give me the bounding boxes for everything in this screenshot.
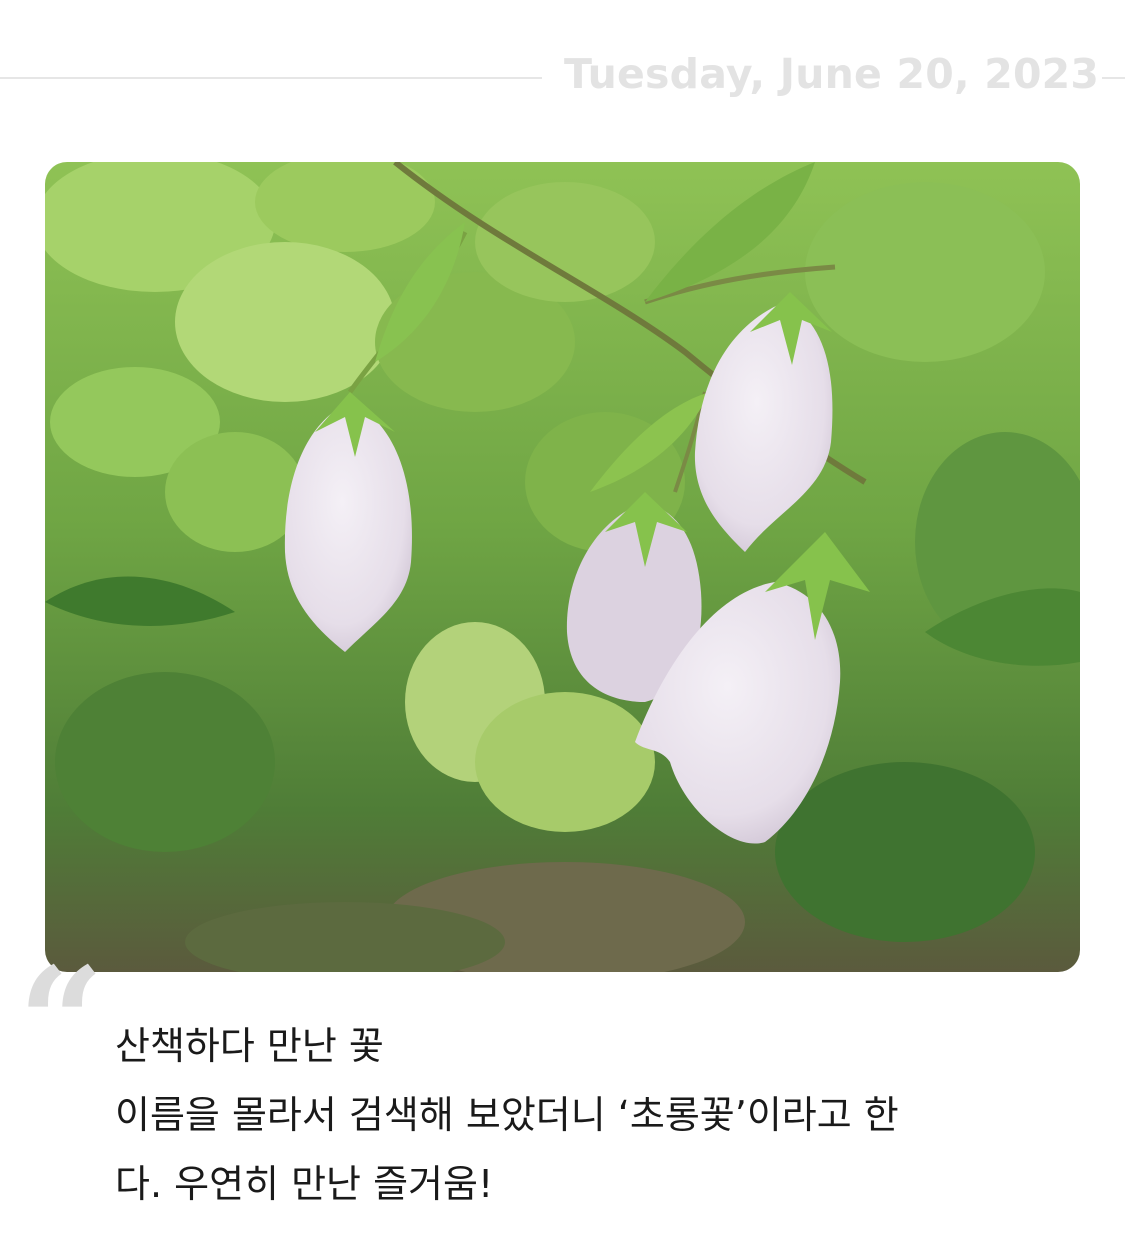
entry-line-1: 산책하다 만난 꽃	[115, 1024, 384, 1068]
date-divider-right	[1102, 77, 1125, 79]
entry-photo[interactable]	[45, 162, 1080, 972]
date-header: Tuesday, June 20, 2023	[0, 46, 1125, 106]
date-divider-left	[0, 77, 542, 79]
entry-body[interactable]: 산책하다 만난 꽃 이름을 몰라서 검색해 보았더니 ‘초롱꽃’이라고 한 다.…	[115, 1012, 1075, 1219]
quote-mark-icon: “	[18, 935, 105, 1111]
entry-date: Tuesday, June 20, 2023	[564, 50, 1100, 98]
entry-line-2: 이름을 몰라서 검색해 보았더니 ‘초롱꽃’이라고 한	[115, 1093, 899, 1137]
entry-line-3: 다. 우연히 만난 즐거움!	[115, 1162, 494, 1206]
photo-flower-image	[45, 162, 1080, 972]
